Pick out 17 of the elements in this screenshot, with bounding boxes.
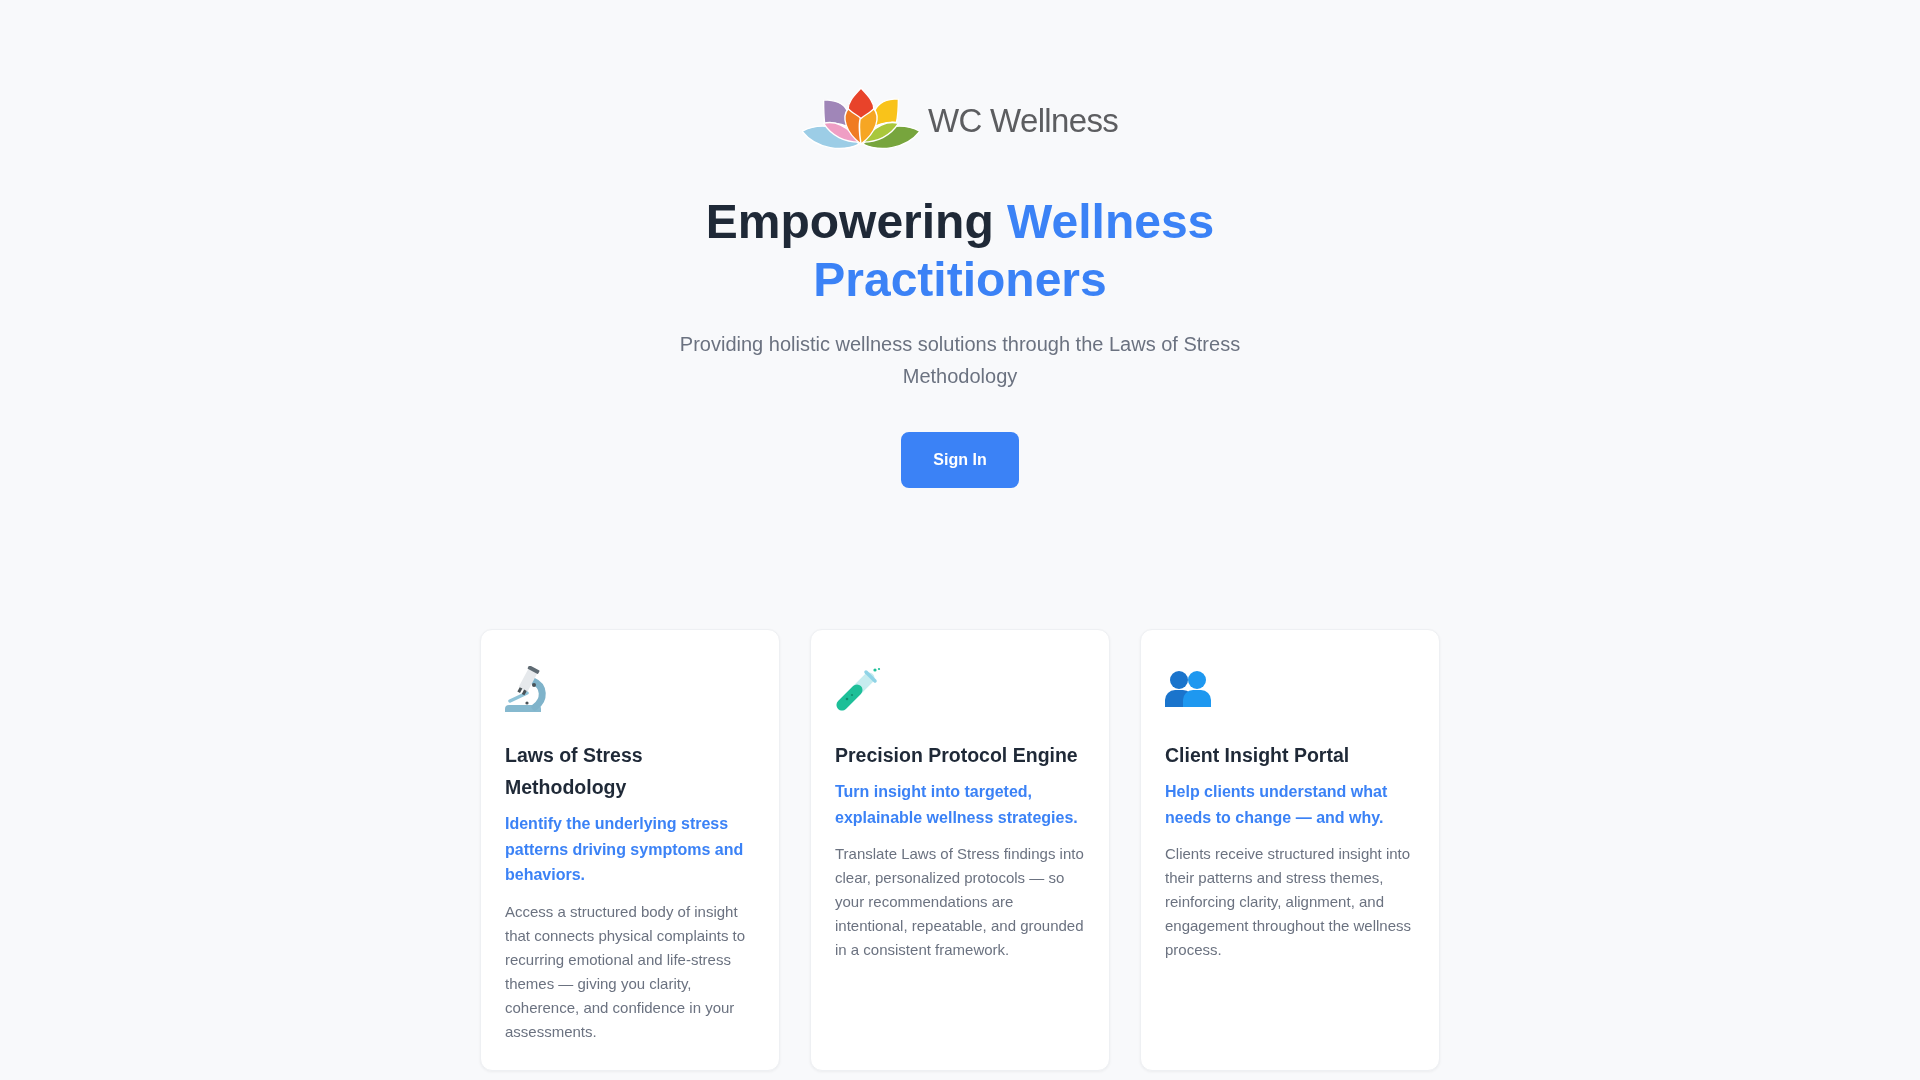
card-tagline: Help clients understand what needs to change — and why.	[1165, 782, 1389, 828]
card-title: Laws of Stress Methodology	[505, 743, 644, 801]
test-tube-icon	[835, 666, 881, 713]
card-tagline: Turn insight into targeted, explainable wellness strategies.	[835, 782, 1079, 828]
card-tagline: Identify the underlying stress patterns driving symptoms and behaviors.	[505, 814, 745, 886]
people-icon	[1165, 670, 1211, 709]
card-description: Translate Laws of Stress findings into clear, personalized protocols — so your recommendations are intentional, repeatable, and grounded in a consistent framework.	[835, 844, 1085, 961]
lotus-icon	[801, 86, 920, 152]
hero-subtitle: Providing holistic wellness solutions through the Laws of Stress Methodology	[678, 332, 1242, 390]
card-title: Client Insight Portal	[1165, 743, 1351, 769]
sign-in-button[interactable]: Sign In	[901, 432, 1019, 489]
card-title: Precision Protocol Engine	[835, 743, 1079, 769]
hero-heading: Empowering Wellness Practitioners	[704, 194, 1216, 308]
card-description: Access a structured body of insight that connects physical complaints to recurring emotional and life-stress themes — giving you clarity, coherence, and confidence in your assessments.	[505, 901, 747, 1042]
microscope-icon	[505, 666, 549, 713]
card-description: Clients receive structured insight into their patterns and stress themes, reinforcing clarity, alignment, and engagement throughout the wellness process.	[1165, 844, 1412, 961]
brand-name: WC Wellness	[927, 101, 1119, 141]
